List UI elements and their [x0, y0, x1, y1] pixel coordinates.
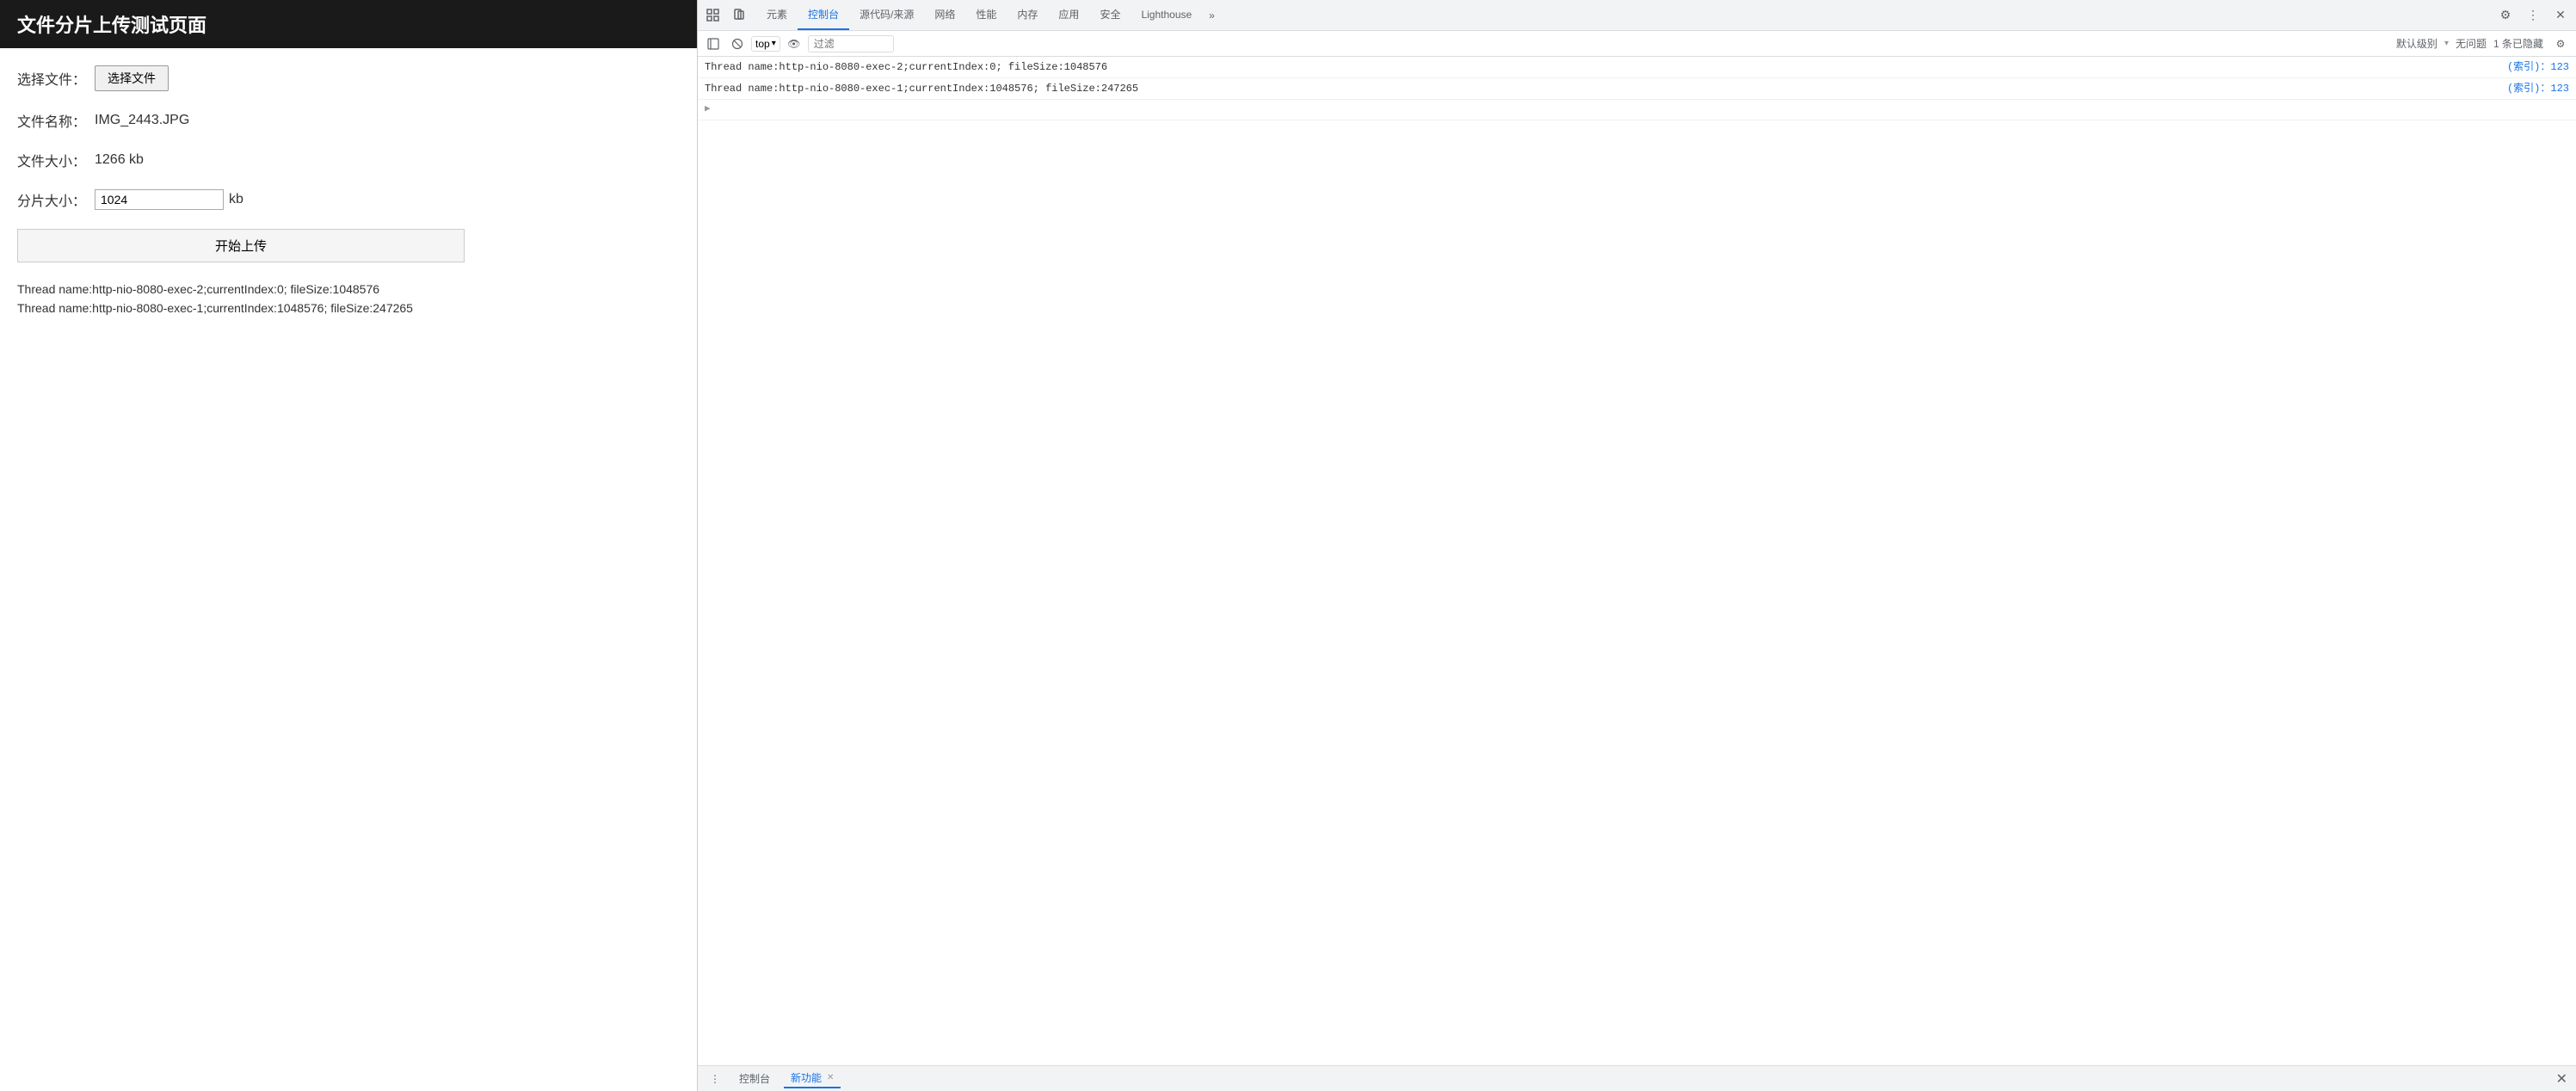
top-context-selector[interactable]: top ▾ — [751, 36, 780, 52]
expand-icon[interactable]: ▶ — [705, 102, 711, 117]
clear-console-icon[interactable] — [727, 34, 748, 54]
choose-file-label: 选择文件： — [17, 68, 95, 89]
bottom-close-button[interactable]: ✕ — [2554, 1069, 2569, 1089]
filesize-value: 1266 kb — [95, 152, 144, 168]
console-entry-2: Thread name:http-nio-8080-exec-1;current… — [698, 78, 2576, 100]
chevron-down-icon: ▾ — [772, 39, 776, 48]
tab-lighthouse[interactable]: Lighthouse — [1131, 0, 1202, 30]
more-tabs-button[interactable]: » — [1202, 6, 1222, 25]
console-settings-icon[interactable]: ⚙ — [2550, 34, 2571, 54]
console-entry-text-2: Thread name:http-nio-8080-exec-1;current… — [705, 81, 2500, 96]
bottom-tab-close-icon[interactable]: ✕ — [827, 1073, 834, 1082]
upload-button[interactable]: 开始上传 — [17, 229, 465, 262]
chunk-size-input[interactable] — [95, 189, 224, 210]
chunk-size-label: 分片大小： — [17, 189, 95, 210]
chunk-size-row: 分片大小： kb — [17, 189, 680, 210]
page-content: 选择文件： 选择文件 文件名称： IMG_2443.JPG 文件大小： 1266… — [0, 48, 697, 336]
no-issues-badge: 无问题 — [2456, 36, 2487, 51]
chunk-unit: kb — [229, 192, 243, 207]
console-sidebar-icon[interactable] — [703, 34, 724, 54]
tab-network[interactable]: 网络 — [924, 0, 965, 30]
console-right-controls: 默认级别 ▾ 无问题 1 条已隐藏 ⚙ — [2396, 34, 2571, 54]
devtools-tabs: 元素 控制台 源代码/来源 网络 性能 内存 应用 安全 — [753, 0, 2492, 30]
tab-sources[interactable]: 源代码/来源 — [849, 0, 924, 30]
console-entry-text-1: Thread name:http-nio-8080-exec-2;current… — [705, 59, 2500, 75]
filename-value: IMG_2443.JPG — [95, 113, 189, 128]
devtools-bottom-bar: ⋮ 控制台 新功能 ✕ ✕ — [698, 1065, 2576, 1091]
eye-icon[interactable]: 👁 — [784, 34, 804, 54]
tab-console[interactable]: 控制台 — [798, 0, 849, 30]
tab-memory[interactable]: 内存 — [1007, 0, 1048, 30]
filesize-row: 文件大小： 1266 kb — [17, 150, 680, 170]
choose-file-button[interactable]: 选择文件 — [95, 65, 169, 91]
console-entry-1: Thread name:http-nio-8080-exec-2;current… — [698, 57, 2576, 78]
tab-elements[interactable]: 元素 — [756, 0, 798, 30]
devtools-settings-icon[interactable]: ⚙ — [2493, 3, 2517, 28]
hidden-count-badge: 1 条已隐藏 — [2493, 36, 2543, 51]
console-entry-source-1[interactable]: (索引)：123 — [2507, 59, 2569, 75]
log-line-1: Thread name:http-nio-8080-exec-2;current… — [17, 280, 680, 299]
filename-row: 文件名称： IMG_2443.JPG — [17, 110, 680, 131]
tab-security[interactable]: 安全 — [1089, 0, 1131, 30]
page-header: 文件分片上传测试页面 — [0, 0, 697, 48]
devtools-more-icon[interactable]: ⋮ — [2521, 3, 2545, 28]
bottom-tab-new-features[interactable]: 新功能 ✕ — [784, 1069, 841, 1088]
log-level-selector[interactable]: 默认级别 — [2396, 36, 2437, 51]
console-entry-expand[interactable]: ▶ — [698, 100, 2576, 120]
devtools-toolbar: 元素 控制台 源代码/来源 网络 性能 内存 应用 安全 — [698, 0, 2576, 31]
devtools-close-icon[interactable]: ✕ — [2548, 3, 2573, 28]
log-line-2: Thread name:http-nio-8080-exec-1;current… — [17, 299, 680, 317]
device-toolbar-icon[interactable] — [727, 3, 751, 28]
bottom-more-icon[interactable]: ⋮ — [705, 1069, 725, 1089]
filesize-label: 文件大小： — [17, 150, 95, 170]
inspect-element-icon[interactable] — [701, 3, 725, 28]
level-chevron-icon: ▾ — [2444, 39, 2449, 48]
bottom-right-area: ✕ — [2554, 1069, 2569, 1089]
devtools-right-icons: ⚙ ⋮ ✕ — [2493, 3, 2573, 28]
console-entry-source-2[interactable]: (索引)：123 — [2507, 81, 2569, 96]
console-toolbar: top ▾ 👁 默认级别 ▾ 无问题 1 条已隐藏 ⚙ — [698, 31, 2576, 57]
console-log-area: Thread name:http-nio-8080-exec-2;current… — [698, 57, 2576, 1065]
devtools-panel: 元素 控制台 源代码/来源 网络 性能 内存 应用 安全 — [697, 0, 2576, 1091]
tab-performance[interactable]: 性能 — [965, 0, 1007, 30]
page-title: 文件分片上传测试页面 — [17, 15, 206, 36]
web-page-panel: 文件分片上传测试页面 选择文件： 选择文件 文件名称： IMG_2443.JPG… — [0, 0, 697, 1091]
console-filter-input[interactable] — [808, 35, 894, 52]
tab-application[interactable]: 应用 — [1048, 0, 1089, 30]
choose-file-row: 选择文件： 选择文件 — [17, 65, 680, 91]
filename-label: 文件名称： — [17, 110, 95, 131]
bottom-tab-console[interactable]: 控制台 — [732, 1069, 777, 1088]
